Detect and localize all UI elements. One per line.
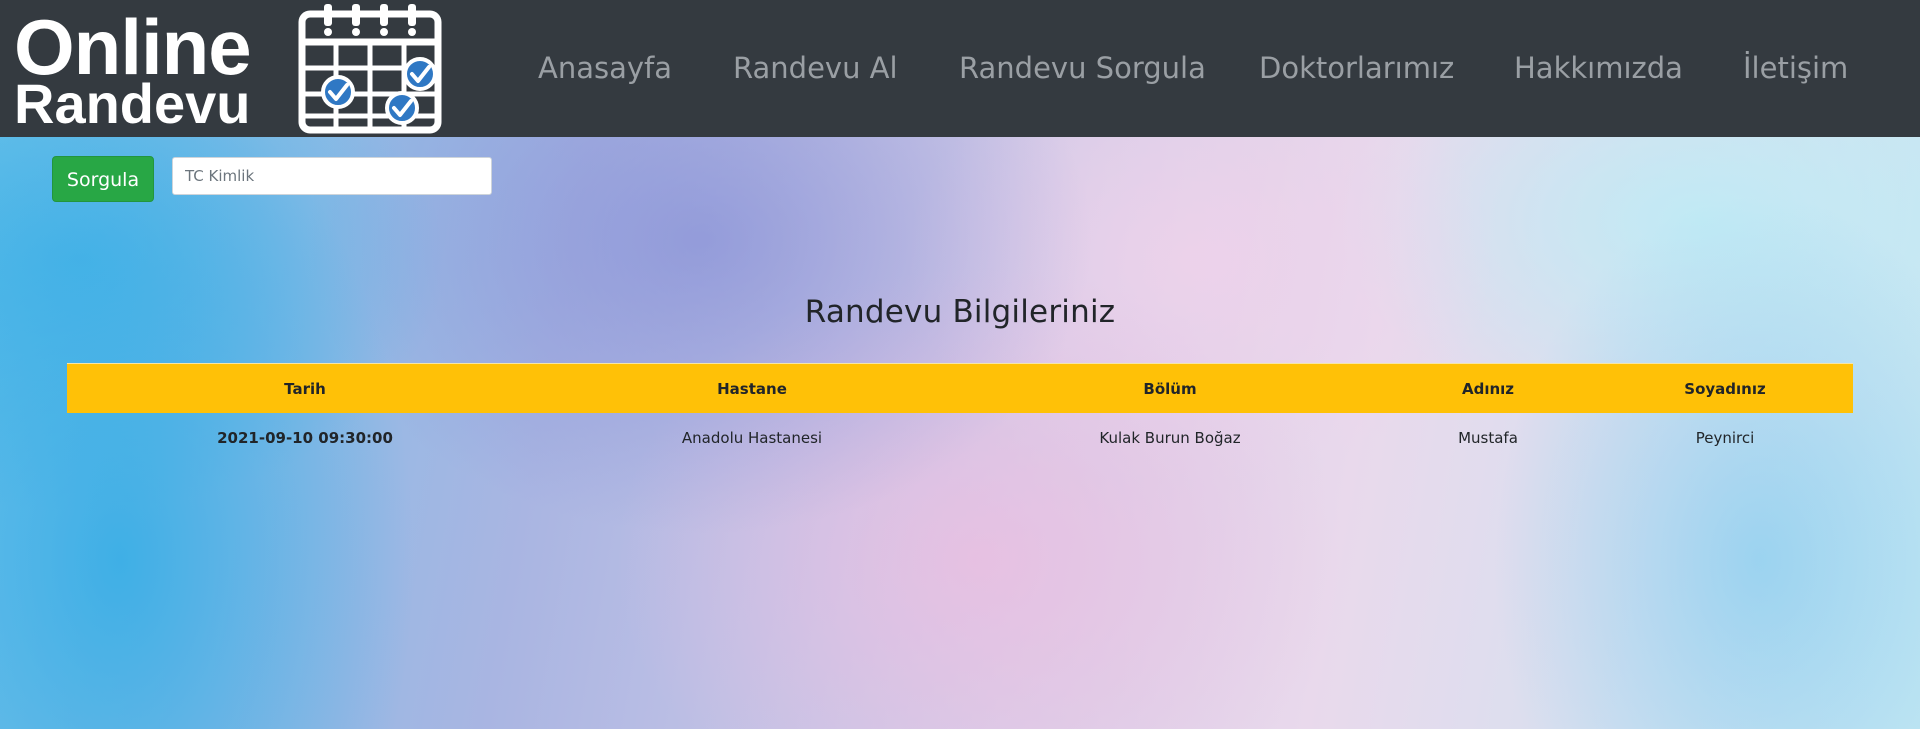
nav-link-query-appointment[interactable]: Randevu Sorgula [959, 50, 1206, 86]
cell-last-name: Peynirci [1695, 429, 1755, 447]
nav-link-home[interactable]: Anasayfa [538, 50, 672, 86]
navbar: Online Randevu Anasayfa Randevu Al Rande… [0, 0, 1920, 137]
nav-link-contact[interactable]: İletişim [1743, 50, 1848, 86]
column-header-department: Bölüm [961, 363, 1379, 413]
column-header-first-name: Adınız [1379, 363, 1597, 413]
cell-hospital: Anadolu Hastanesi [681, 429, 823, 447]
query-button[interactable]: Sorgula [52, 156, 154, 202]
nav-link-doctors[interactable]: Doktorlarımız [1259, 50, 1454, 86]
appointment-table: Tarih Hastane Bölüm Adınız Soyadınız 202… [67, 363, 1853, 463]
nav-link-about[interactable]: Hakkımızda [1514, 50, 1683, 86]
main-nav: Anasayfa Randevu Al Randevu Sorgula Dokt… [0, 0, 1920, 137]
cell-first-name: Mustafa [1458, 429, 1518, 447]
nav-link-book-appointment[interactable]: Randevu Al [733, 50, 898, 86]
table-header-row: Tarih Hastane Bölüm Adınız Soyadınız [67, 363, 1853, 413]
column-header-last-name: Soyadınız [1597, 363, 1853, 413]
table-row: 2021-09-10 09:30:00 Anadolu Hastanesi Ku… [67, 413, 1853, 463]
column-header-date: Tarih [67, 363, 543, 413]
tc-id-input[interactable] [172, 157, 492, 195]
column-header-hospital: Hastane [543, 363, 961, 413]
cell-department: Kulak Burun Boğaz [1099, 429, 1241, 447]
results-title: Randevu Bilgileriniz [804, 294, 1116, 330]
cell-date: 2021-09-10 09:30:00 [217, 429, 393, 447]
